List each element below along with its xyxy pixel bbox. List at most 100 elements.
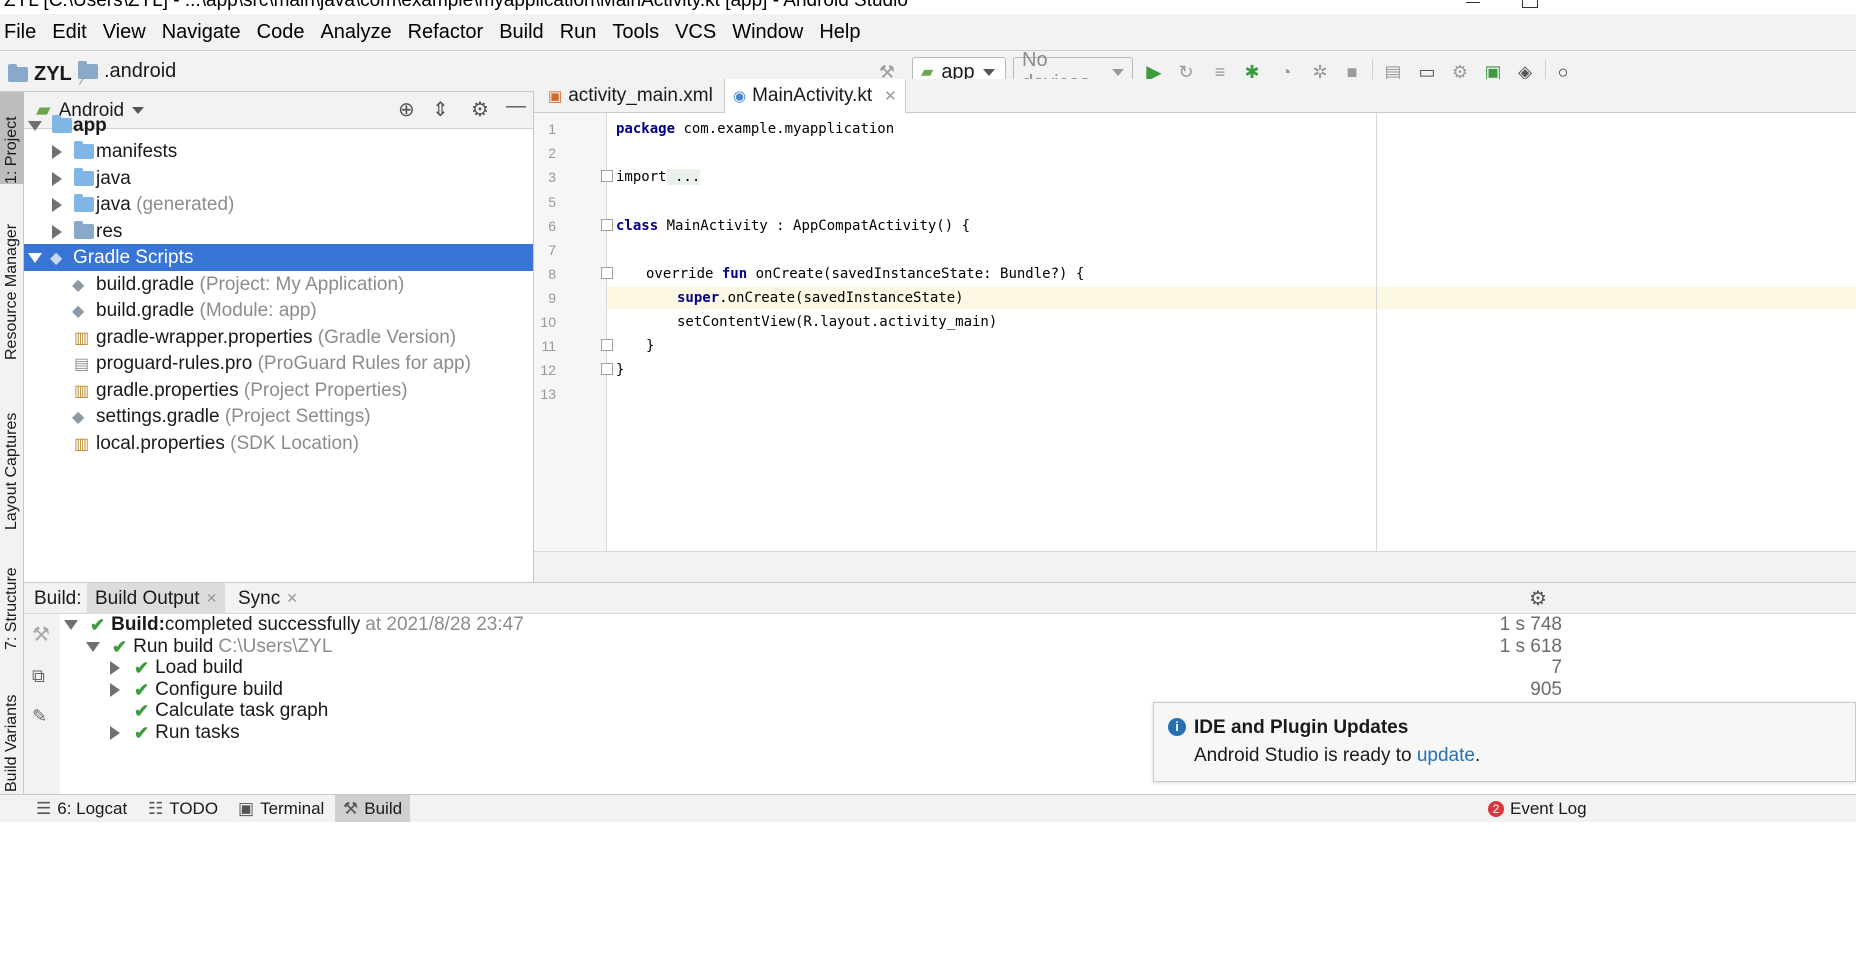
tree-item-build-gradle-module[interactable]: ◆ build.gradle (Module: app) <box>24 297 533 324</box>
chevron-down-icon <box>28 120 42 131</box>
close-icon[interactable]: ✕ <box>206 590 218 607</box>
tree-item-java[interactable]: java <box>24 165 533 192</box>
tab-structure[interactable]: 7: Structure <box>0 550 24 650</box>
success-check-icon: ✔ <box>134 700 150 721</box>
minimize-button[interactable] <box>1466 2 1480 14</box>
hammer-icon[interactable]: ⚒ <box>32 622 50 647</box>
tab-build-output[interactable]: Build Output ✕ <box>87 583 226 614</box>
tree-item-proguard-rules[interactable]: ▤ proguard-rules.pro (ProGuard Rules for… <box>24 350 533 377</box>
build-step-calculate[interactable]: ✔ Calculate task graph <box>134 700 328 722</box>
update-link[interactable]: update <box>1417 745 1475 766</box>
maximize-button[interactable] <box>1522 0 1538 8</box>
code-line-1: package com.example.myapplication <box>616 121 895 137</box>
menu-window[interactable]: Window <box>724 21 811 44</box>
right-margin-guide <box>1376 113 1377 551</box>
tab-project[interactable]: 1: Project <box>0 92 24 184</box>
event-log-button[interactable]: 2 Event Log <box>1480 795 1595 822</box>
module-folder-icon <box>52 115 72 133</box>
run-build-row[interactable]: ✔ Run build C:\Users\ZYL <box>86 636 332 658</box>
tree-item-build-gradle-project[interactable]: ◆ build.gradle (Project: My Application) <box>24 271 533 298</box>
tree-item-manifests[interactable]: manifests <box>24 138 533 165</box>
chevron-right-icon <box>110 726 120 740</box>
build-tool-button[interactable]: ⚒ Build <box>335 795 411 822</box>
build-step-run-tasks[interactable]: ✔ Run tasks <box>110 722 240 744</box>
gradle-file-icon: ◆ <box>72 276 85 294</box>
kotlin-class-icon: ◉ <box>733 88 747 105</box>
chevron-right-icon <box>110 683 120 697</box>
build-panel-header: Build: Build Output ✕ Sync ✕ ⚙ <box>24 582 1856 614</box>
tree-item-res[interactable]: res <box>24 218 533 245</box>
menu-file[interactable]: File <box>0 21 44 44</box>
line-number: 7 <box>548 242 556 258</box>
menu-code[interactable]: Code <box>249 21 313 44</box>
menu-refactor[interactable]: Refactor <box>400 21 492 44</box>
build-step-configure[interactable]: ✔ Configure build <box>110 679 283 701</box>
build-root-row[interactable]: ✔ Build: completed successfully at 2021/… <box>64 614 524 636</box>
fold-expand-icon[interactable] <box>601 170 613 182</box>
window-title-bar: ZYL [C:\Users\ZYL] - ...\app\src\main\ja… <box>0 0 1856 14</box>
menu-vcs[interactable]: VCS <box>667 21 724 44</box>
chevron-down-icon <box>86 642 100 652</box>
code-editor[interactable] <box>607 113 1856 551</box>
close-icon[interactable]: ✕ <box>286 590 298 607</box>
tab-sync[interactable]: Sync ✕ <box>230 583 306 614</box>
folder-icon <box>8 64 28 82</box>
terminal-button[interactable]: ▣ Terminal <box>230 795 332 822</box>
fold-collapse-icon[interactable] <box>601 267 613 279</box>
code-line-6: class MainActivity : AppCompatActivity()… <box>616 218 971 234</box>
build-step-time: 7 <box>1551 657 1562 678</box>
line-number: 9 <box>548 290 556 306</box>
list-icon: ☷ <box>148 798 164 818</box>
menu-edit[interactable]: Edit <box>44 21 94 44</box>
tree-item-gradle-properties[interactable]: ▥ gradle.properties (Project Properties) <box>24 377 533 404</box>
menu-build[interactable]: Build <box>491 21 551 44</box>
update-notification[interactable]: i IDE and Plugin Updates Android Studio … <box>1153 702 1856 782</box>
tab-resource-manager[interactable]: Resource Manager <box>0 210 24 360</box>
tab-layout-captures[interactable]: Layout Captures <box>0 390 24 530</box>
tree-item-java-generated[interactable]: java (generated) <box>24 191 533 218</box>
tab-build-variants[interactable]: Build Variants <box>0 682 24 792</box>
tree-item-local-properties[interactable]: ▥ local.properties (SDK Location) <box>24 430 533 457</box>
close-icon[interactable]: ✕ <box>884 87 897 105</box>
tab-mainactivity-kt[interactable]: ◉ MainActivity.kt ✕ <box>724 79 906 113</box>
build-root-time: 1 s 748 <box>1499 614 1562 635</box>
tree-item-app[interactable]: app <box>24 112 533 139</box>
gear-icon[interactable]: ⚙ <box>1529 586 1547 611</box>
chevron-right-icon <box>52 197 62 212</box>
notification-body: Android Studio is ready to update. <box>1194 745 1481 766</box>
tree-item-gradle-scripts[interactable]: ◆ Gradle Scripts <box>24 244 533 271</box>
line-number: 2 <box>548 145 556 161</box>
code-line-10: setContentView(R.layout.activity_main) <box>677 314 998 330</box>
toggle-view-icon[interactable]: ⧉ <box>32 666 45 687</box>
tree-item-settings-gradle[interactable]: ◆ settings.gradle (Project Settings) <box>24 403 533 430</box>
tree-item-gradle-wrapper[interactable]: ▥ gradle-wrapper.properties (Gradle Vers… <box>24 324 533 351</box>
line-number: 8 <box>548 266 556 282</box>
fold-end-icon[interactable] <box>601 339 613 351</box>
empty-area <box>0 822 1856 970</box>
text-file-icon: ▤ <box>74 355 90 373</box>
gradle-file-icon: ◆ <box>72 408 85 426</box>
logcat-button[interactable]: ☰ 6: Logcat <box>28 795 135 822</box>
pin-icon[interactable]: ✎ <box>32 706 47 727</box>
todo-button[interactable]: ☷ TODO <box>140 795 226 822</box>
line-number: 10 <box>540 314 556 330</box>
menu-navigate[interactable]: Navigate <box>154 21 249 44</box>
breadcrumb-folder[interactable]: .android <box>78 60 176 83</box>
menu-view[interactable]: View <box>95 21 154 44</box>
tab-activity-main-xml[interactable]: ▣ activity_main.xml ✕ <box>540 79 745 112</box>
menu-help[interactable]: Help <box>811 21 868 44</box>
line-number: 5 <box>548 194 556 210</box>
folder-icon <box>74 168 94 186</box>
menu-analyze[interactable]: Analyze <box>312 21 399 44</box>
build-step-load[interactable]: ✔ Load build <box>110 657 243 679</box>
menu-run[interactable]: Run <box>552 21 605 44</box>
success-check-icon: ✔ <box>90 614 106 635</box>
gradle-file-icon: ◆ <box>72 302 85 320</box>
chevron-right-icon <box>110 661 120 675</box>
menu-tools[interactable]: Tools <box>604 21 667 44</box>
xml-file-icon: ▣ <box>548 87 563 105</box>
bottom-tool-bar: ☰ 6: Logcat ☷ TODO ▣ Terminal ⚒ Build 2 … <box>0 794 1856 822</box>
editor-tab-bar: ▣ activity_main.xml ✕ ◉ MainActivity.kt … <box>534 79 1856 113</box>
fold-collapse-icon[interactable] <box>601 219 613 231</box>
fold-end-icon[interactable] <box>601 363 613 375</box>
